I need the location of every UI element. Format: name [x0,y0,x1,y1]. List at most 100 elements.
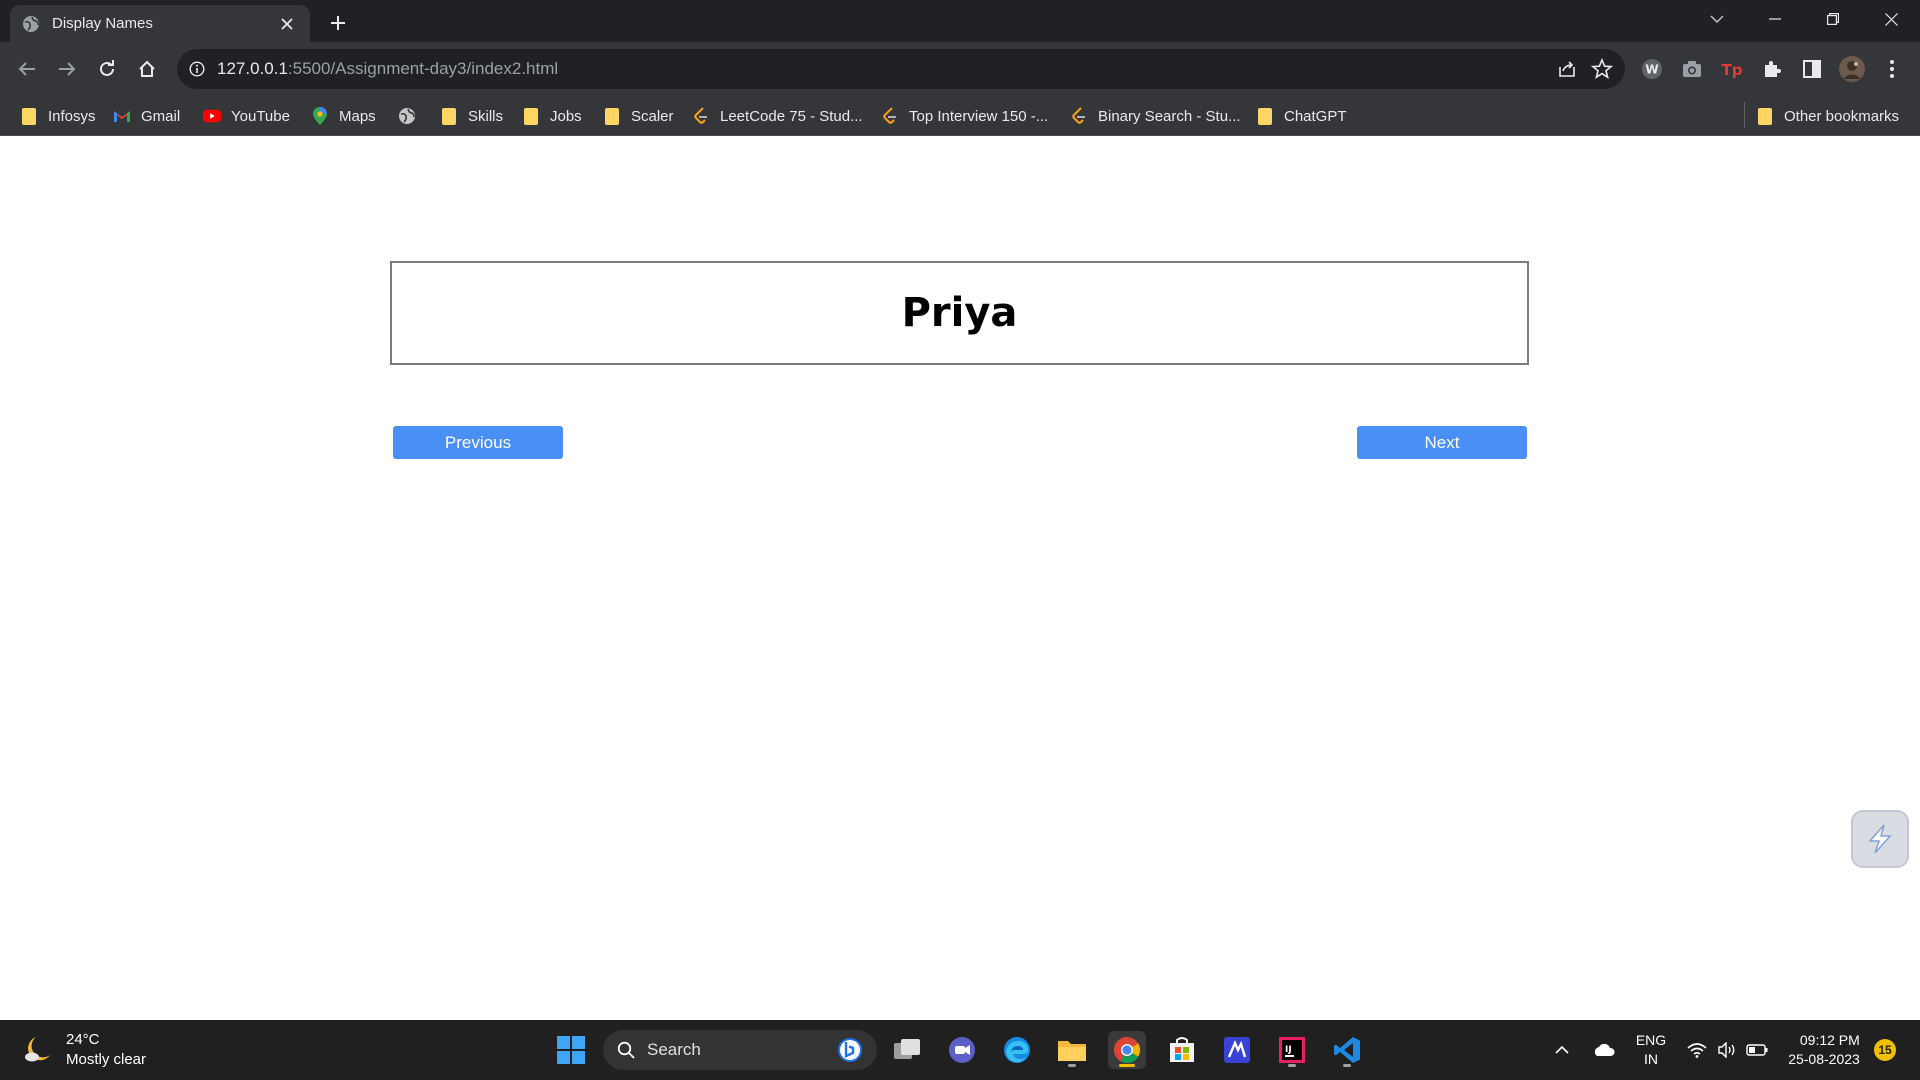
leetcode-icon [1070,107,1088,125]
gmail-icon [113,107,131,125]
weather-temperature: 24°C [66,1031,100,1048]
leetcode-icon [881,107,899,125]
bookmark-label: Jobs [550,107,582,125]
clock-date: 25-08-2023 [1788,1051,1860,1067]
bookmark-maps[interactable]: Maps [311,103,376,129]
extension-w-icon[interactable]: W [1639,56,1665,82]
notification-badge[interactable]: 15 [1874,1039,1896,1061]
back-arrow-icon[interactable] [11,53,43,85]
bookmarks-divider [1744,102,1745,128]
chrome-menu-icon[interactable] [1879,56,1905,82]
bookmarks-bar: Infosys Gmail YouTube Maps Skills Jobs S… [0,96,1920,136]
address-bar[interactable]: 127.0.0.1:5500/Assignment-day3/index2.ht… [177,49,1625,89]
battery-icon[interactable] [1744,1020,1770,1080]
share-icon[interactable] [1557,59,1577,79]
profile-avatar[interactable] [1839,56,1865,82]
weather-widget[interactable]: 24°C Mostly clear [22,1030,146,1070]
wifi-icon[interactable] [1684,1020,1710,1080]
folder-icon [20,107,38,125]
tab-title: Display Names [52,15,153,32]
running-indicator [1288,1064,1296,1067]
extensions-puzzle-icon[interactable] [1759,56,1785,82]
display-name: Priya [901,290,1018,336]
bookmark-label: Top Interview 150 -... [909,107,1049,125]
chrome-icon[interactable] [1108,1031,1146,1069]
bookmark-scaler[interactable]: Scaler [603,103,674,129]
task-view-icon[interactable] [888,1031,926,1069]
language-region: IN [1644,1051,1658,1067]
previous-button[interactable]: Previous [393,426,563,459]
side-panel-icon[interactable] [1799,56,1825,82]
folder-icon [603,107,621,125]
folder-icon [1256,107,1274,125]
bookmark-leetcode-75[interactable]: LeetCode 75 - Stud... [692,103,863,129]
folder-icon [522,107,540,125]
active-indicator [1119,1064,1135,1067]
url-text[interactable]: 127.0.0.1:5500/Assignment-day3/index2.ht… [217,59,558,79]
show-hidden-icons-chevron[interactable] [1548,1020,1576,1080]
bookmark-infosys[interactable]: Infosys [20,103,96,129]
bookmark-label: ChatGPT [1284,107,1347,125]
youtube-icon [203,107,221,125]
browser-tab-strip: Display Names [0,0,1920,42]
bookmark-gmail[interactable]: Gmail [113,103,180,129]
tp-extension-icon[interactable]: Tp [1719,56,1745,82]
intellij-idea-icon[interactable]: IJ [1273,1031,1311,1069]
home-icon[interactable] [131,53,163,85]
tab-search-icon[interactable] [1688,0,1746,38]
language-indicator[interactable]: ENG IN [1628,1020,1674,1080]
bookmark-label: YouTube [231,107,290,125]
url-path: :5500/Assignment-day3/index2.html [287,59,559,78]
svg-text:IJ: IJ [1285,1045,1292,1055]
name-display-box: Priya [390,261,1529,365]
reload-icon[interactable] [91,53,123,85]
teams-chat-icon[interactable] [943,1031,981,1069]
bookmark-label: Binary Search - Stu... [1098,107,1241,125]
bookmark-top-interview-150[interactable]: Top Interview 150 -... [881,103,1048,129]
bookmark-chatgpt[interactable]: ChatGPT [1256,103,1347,129]
minimize-button[interactable] [1746,0,1804,38]
svg-text:W: W [1645,63,1658,77]
file-explorer-icon[interactable] [1053,1031,1091,1069]
folder-icon [1756,107,1774,125]
bookmark-star-icon[interactable] [1590,57,1614,80]
bookmark-label: Gmail [141,107,181,125]
camera-icon[interactable] [1679,56,1705,82]
search-icon [617,1041,635,1059]
browser-toolbar: 127.0.0.1:5500/Assignment-day3/index2.ht… [0,42,1920,96]
onedrive-cloud-icon[interactable] [1588,1020,1618,1080]
restore-button[interactable] [1804,0,1862,38]
browser-tab[interactable]: Display Names [10,5,310,42]
taskbar-search[interactable]: Search [603,1030,877,1070]
vscode-icon[interactable] [1328,1031,1366,1069]
new-tab-button[interactable] [324,9,352,37]
bookmark-skills[interactable]: Skills [440,103,503,129]
globe-icon [398,107,416,125]
bookmark-jobs[interactable]: Jobs [522,103,582,129]
bookmark-label: Maps [339,107,376,125]
close-window-button[interactable] [1862,0,1920,38]
bookmark-label: Scaler [631,107,674,125]
other-bookmarks[interactable]: Other bookmarks [1756,103,1899,129]
windows-taskbar: 24°C Mostly clear Search IJ ENG IN 09:12… [0,1020,1920,1080]
weather-description: Mostly clear [66,1051,147,1068]
edge-icon[interactable] [998,1031,1036,1069]
microsoft-store-icon[interactable] [1163,1031,1201,1069]
floating-lightning-widget[interactable] [1851,810,1909,868]
bookmark-globe[interactable] [398,103,426,129]
url-host: 127.0.0.1 [217,59,288,78]
svg-text:Tp: Tp [1722,61,1743,79]
volume-icon[interactable] [1714,1020,1740,1080]
forward-arrow-icon[interactable] [51,53,83,85]
bookmark-binary-search[interactable]: Binary Search - Stu... [1070,103,1241,129]
windows-start-icon[interactable] [552,1031,590,1069]
next-button[interactable]: Next [1357,426,1527,459]
close-tab-icon[interactable] [276,13,298,35]
site-info-icon[interactable] [187,59,207,79]
clock[interactable]: 09:12 PM 25-08-2023 [1780,1020,1868,1080]
bing-icon [838,1038,862,1062]
search-label: Search [647,1040,701,1059]
azure-data-studio-icon[interactable] [1218,1031,1256,1069]
moon-cloud-icon [22,1033,56,1067]
bookmark-youtube[interactable]: YouTube [203,103,290,129]
